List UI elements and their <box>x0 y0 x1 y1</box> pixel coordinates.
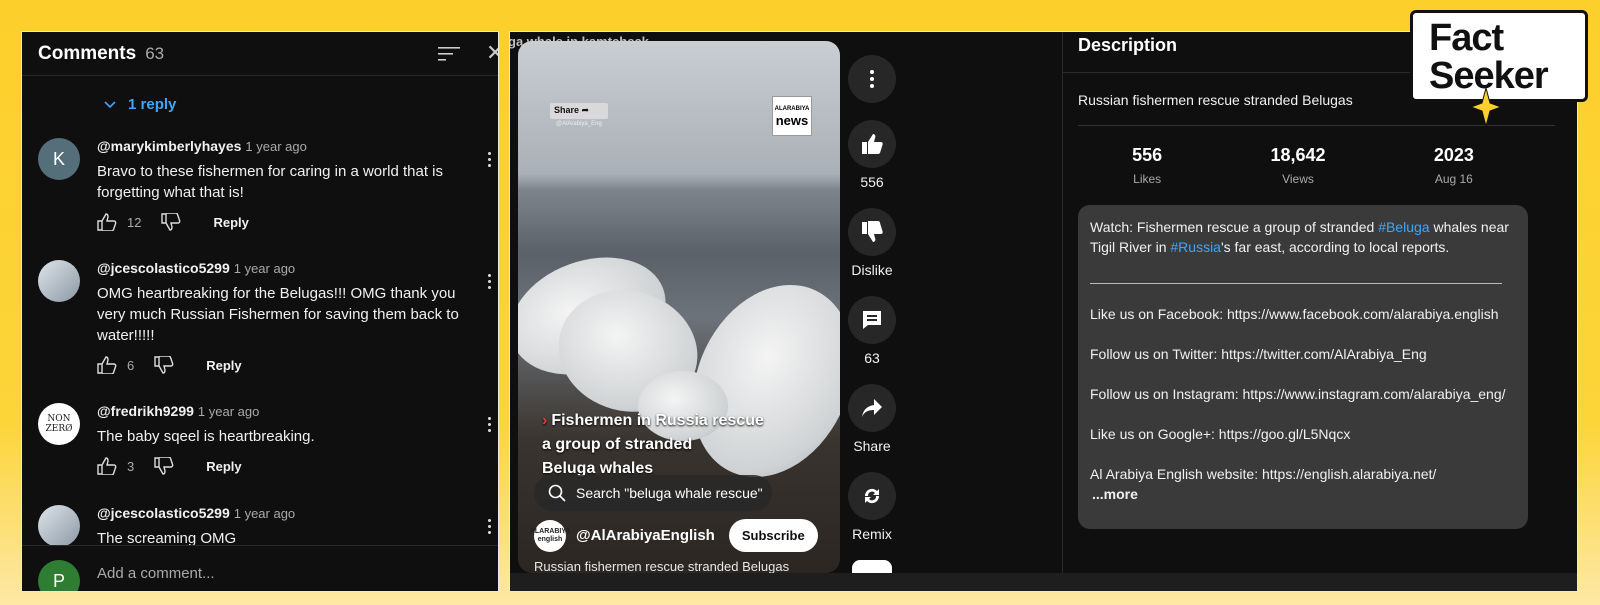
show-more-button[interactable]: ...more <box>1092 484 1516 504</box>
description-link-line[interactable]: Al Arabiya English website: https://engl… <box>1090 464 1516 484</box>
add-comment-input[interactable]: Add a comment... <box>97 565 215 582</box>
share-chip-handle: @AlArabiya_Eng <box>556 121 602 127</box>
share-label: Share <box>853 438 891 454</box>
remix-label: Remix <box>852 526 892 542</box>
dislike-button[interactable] <box>848 208 896 256</box>
thumbs-down-icon[interactable] <box>154 356 174 374</box>
description-link-line[interactable]: Like us on Google+: https://goo.gl/L5Nqc… <box>1090 424 1516 444</box>
video-caption: › Fishermen in Russia rescue a group of s… <box>542 412 764 477</box>
comment-text: The baby sqeel is heartbreaking. <box>97 428 315 445</box>
chevron-down-icon <box>104 100 116 108</box>
comment-author[interactable]: @jcescolastico5299 <box>97 505 230 521</box>
close-icon[interactable]: ✕ <box>486 42 498 64</box>
hashtag-link[interactable]: #Beluga <box>1378 219 1429 235</box>
like-button[interactable] <box>848 120 896 168</box>
comments-count: 63 <box>145 43 165 63</box>
avatar[interactable]: K <box>38 138 80 180</box>
description-link-line[interactable]: Follow us on Instagram: https://www.inst… <box>1090 384 1516 404</box>
comment-age: 1 year ago <box>245 139 307 154</box>
comment-author[interactable]: @fredrikh9299 <box>97 403 194 419</box>
comment-count: 63 <box>864 350 880 366</box>
remix-icon <box>864 488 880 504</box>
share-icon <box>862 399 882 417</box>
more-options-icon[interactable] <box>488 274 492 290</box>
comments-header: Comments 63 ✕ <box>22 32 498 76</box>
description-header: Description <box>1078 35 1178 55</box>
dislike-label: Dislike <box>851 262 893 278</box>
more-actions-button[interactable] <box>848 55 896 103</box>
comment-age: 1 year ago <box>233 506 296 521</box>
description-title: Russian fishermen rescue stranded Beluga… <box>1078 92 1353 108</box>
comment-author[interactable]: @jcescolastico5299 <box>97 260 230 276</box>
short-video-player[interactable]: Share ➦ @AlArabiya_Eng ALARABIYA news › Fi… <box>518 41 840 573</box>
description-link-line[interactable]: Like us on Facebook: https://www.faceboo… <box>1090 304 1516 324</box>
divider <box>1090 283 1502 284</box>
stat-likes: 556 Likes <box>1132 145 1163 186</box>
comment-age: 1 year ago <box>233 261 296 276</box>
description-link-line[interactable]: Follow us on Twitter: https://twitter.co… <box>1090 344 1516 364</box>
channel-avatar[interactable]: ALARABIYA english <box>530 519 570 552</box>
thumbs-down-icon[interactable] <box>161 213 181 231</box>
remix-button[interactable] <box>848 472 896 520</box>
avatar[interactable]: NON ZERØ <box>38 403 80 445</box>
like-count: 556 <box>860 174 884 190</box>
more-vert-icon <box>870 70 874 88</box>
share-button[interactable] <box>848 384 896 432</box>
more-options-icon[interactable] <box>488 417 492 433</box>
reply-button[interactable]: Reply <box>213 215 248 230</box>
video-subtitle: Russian fishermen rescue stranded Beluga… <box>534 559 790 573</box>
sparkle-icon <box>1471 88 1501 126</box>
channel-name[interactable]: @AlArabiyaEnglish <box>576 527 715 544</box>
comment-text: OMG heartbreaking for the Belugas!!! OMG… <box>97 285 459 344</box>
reply-button[interactable]: Reply <box>206 358 241 373</box>
more-options-icon[interactable] <box>488 152 492 168</box>
stat-date: 2023 Aug 16 <box>1433 145 1474 186</box>
channel-row: ALARABIYA english @AlArabiyaEnglish Subs… <box>530 519 818 552</box>
hashtag-link[interactable]: #Russia <box>1170 239 1221 255</box>
user-avatar[interactable]: P <box>38 560 80 591</box>
replies-toggle-label: 1 reply <box>128 96 177 113</box>
replies-toggle[interactable]: 1 reply <box>104 96 176 113</box>
comment-icon <box>863 311 881 329</box>
description-body: Watch: Fishermen rescue a group of stran… <box>1090 219 1509 255</box>
video-stats: 556 Likes 18,642 Views 2023 Aug 16 <box>1078 145 1528 186</box>
share-chip: Share ➦ <box>550 103 608 119</box>
avatar[interactable] <box>38 505 80 547</box>
thumbs-down-icon[interactable] <box>154 457 174 475</box>
thumbs-up-icon[interactable] <box>97 457 117 475</box>
add-comment-bar: P Add a comment... <box>22 545 498 591</box>
avatar[interactable] <box>38 260 80 302</box>
related-search-pill[interactable]: Search "beluga whale rescue" <box>534 475 772 511</box>
stat-views: 18,642 Views <box>1270 145 1326 186</box>
like-count: 6 <box>127 357 135 373</box>
comment-age: 1 year ago <box>197 404 260 419</box>
subscribe-button[interactable]: Subscribe <box>728 519 818 552</box>
like-count: 12 <box>127 214 142 230</box>
search-icon <box>548 484 566 502</box>
description-box: Watch: Fishermen rescue a group of stran… <box>1078 205 1528 529</box>
sort-icon[interactable] <box>438 46 460 62</box>
bottom-bar <box>510 573 1577 591</box>
comments-panel: Comments 63 ✕ 1 reply K @marykimberlyhay… <box>21 31 499 592</box>
logo-line-1: Fact <box>1429 17 1504 59</box>
thumbs-up-icon[interactable] <box>97 356 117 374</box>
alarabiya-news-logo: ALARABIYA news <box>772 96 812 136</box>
divider <box>1062 32 1063 591</box>
thumbs-up-icon[interactable] <box>97 213 117 231</box>
comments-button[interactable] <box>848 296 896 344</box>
like-count: 3 <box>127 458 135 474</box>
reply-button[interactable]: Reply <box>206 459 241 474</box>
comment-author[interactable]: @marykimberlyhayes <box>97 138 241 154</box>
video-panel: ga whale in kamtcheck Share ➦ @AlArabiya… <box>509 31 1578 592</box>
related-search-text: Search "beluga whale rescue" <box>576 485 763 501</box>
comments-title: Comments <box>38 42 137 64</box>
thumbs-down-icon <box>862 221 883 242</box>
more-options-icon[interactable] <box>488 519 492 535</box>
comment-text: Bravo to these fishermen for caring in a… <box>97 163 443 201</box>
thumbs-up-icon <box>862 134 883 154</box>
